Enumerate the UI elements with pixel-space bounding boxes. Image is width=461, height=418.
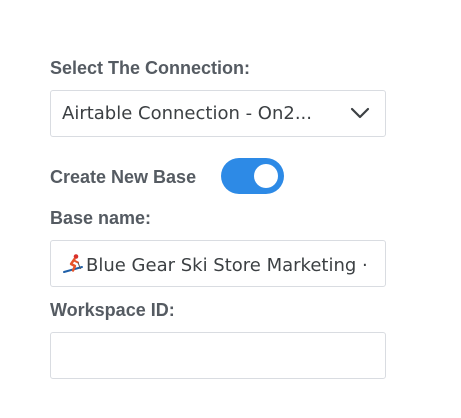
base-name-input[interactable]: Blue Gear Ski Store Marketing · <box>50 240 386 287</box>
workspace-id-label: Workspace ID: <box>50 300 175 320</box>
chevron-down-icon[interactable] <box>349 105 371 121</box>
toggle-knob <box>254 164 278 188</box>
connection-label: Select The Connection: <box>50 58 251 78</box>
base-name-label: Base name: <box>50 208 152 228</box>
base-name-input-viewport: Blue Gear Ski Store Marketing · <box>51 241 385 286</box>
connection-select[interactable]: Airtable Connection - On2... <box>50 90 386 137</box>
base-name-value-wrapper: Blue Gear Ski Store Marketing · <box>62 253 368 277</box>
base-name-value: Blue Gear Ski Store Marketing · <box>86 255 368 276</box>
skier-icon <box>63 254 83 273</box>
workspace-id-input[interactable] <box>50 332 386 379</box>
connection-select-value: Airtable Connection - On2... <box>62 103 313 124</box>
create-new-base-label: Create New Base <box>50 167 197 187</box>
create-new-base-toggle[interactable] <box>221 158 284 194</box>
